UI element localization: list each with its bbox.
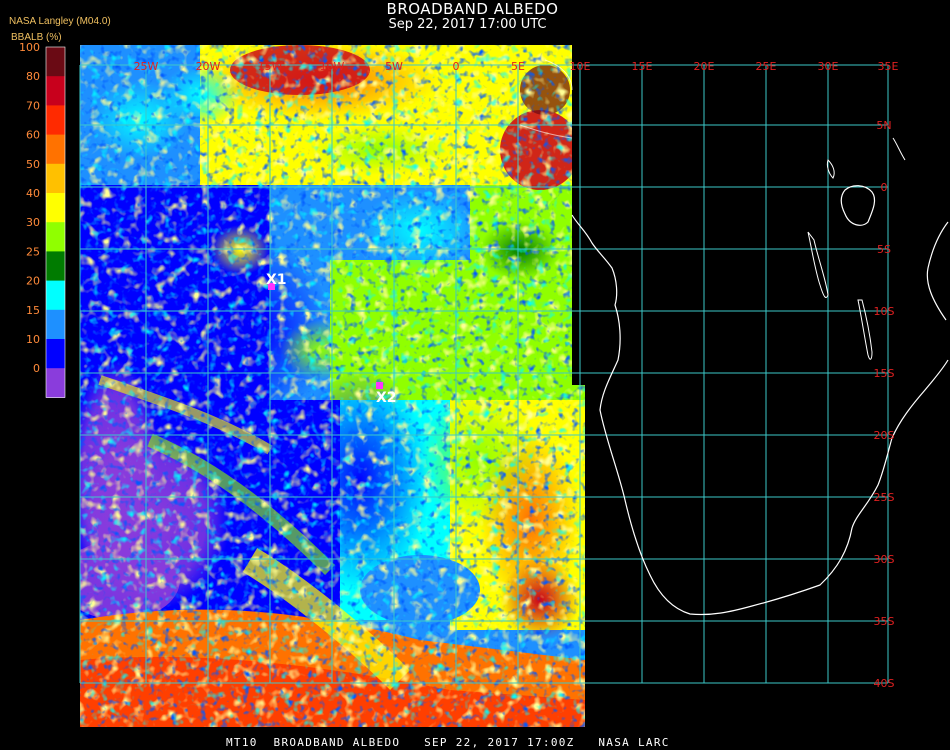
- longitude-label: 5W: [385, 60, 403, 73]
- colorbar-tick-label: 60: [26, 129, 40, 142]
- satellite-image: [80, 45, 585, 727]
- colorbar-swatch: [46, 163, 65, 194]
- colorbar-tick-label: 20: [26, 275, 40, 288]
- latitude-label: 20S: [874, 429, 895, 442]
- longitude-label: 0: [453, 60, 460, 73]
- colorbar-swatch: [46, 222, 65, 252]
- longitude-label: 25E: [756, 60, 777, 73]
- colorbar-tick-label: 0: [33, 362, 40, 375]
- longitude-label: 25W: [134, 60, 159, 73]
- latitude-label: 40S: [874, 677, 895, 690]
- colorbar-tick-label: 40: [26, 187, 40, 200]
- colorbar-tick-label: 10: [26, 333, 40, 346]
- marker-x2-dot: [376, 382, 383, 389]
- colorbar-swatch: [46, 251, 65, 282]
- latitude-label: 30S: [874, 553, 895, 566]
- colorbar-tick-label: 70: [26, 99, 40, 112]
- colorbar-tick-label: 80: [26, 70, 40, 83]
- longitude-label: 15W: [258, 60, 283, 73]
- latitude-label: 25S: [874, 491, 895, 504]
- colorbar-tick-label: 15: [26, 304, 40, 317]
- footer-caption: MT10 BROADBAND ALBEDO SEP 22, 2017 17:00…: [226, 736, 670, 749]
- colorbar-swatch: [46, 134, 65, 165]
- colorbar-tick-label: 50: [26, 158, 40, 171]
- longitude-label: 20E: [694, 60, 715, 73]
- longitude-label: 30E: [818, 60, 839, 73]
- colorbar-tick-label: 30: [26, 216, 40, 229]
- colorbar-tick-label: 100: [19, 41, 40, 54]
- colorbar-swatch: [46, 76, 65, 106]
- marker-x1-label: X1: [266, 272, 287, 288]
- colorbar-swatch: [46, 339, 65, 369]
- latitude-label: 0: [881, 181, 888, 194]
- colorbar-swatch: [46, 368, 65, 398]
- longitude-label: 10E: [570, 60, 591, 73]
- latitude-label: 5S: [877, 243, 891, 256]
- latitude-label: 10S: [874, 305, 895, 318]
- colorbar-swatch: [46, 309, 65, 340]
- colorbar-swatch: [46, 105, 65, 136]
- latitude-labels: 5N 0 5S 10S 15S 20S 25S 30S 35S 40S: [874, 119, 895, 690]
- longitude-label: 20W: [196, 60, 221, 73]
- colorbar-swatch: [46, 47, 65, 77]
- colorbar-swatch: [46, 280, 65, 311]
- latitude-label: 5N: [876, 119, 891, 132]
- latitude-label: 35S: [874, 615, 895, 628]
- marker-x2-label: X2: [376, 390, 397, 406]
- longitude-label: 35E: [878, 60, 899, 73]
- latitude-label: 15S: [874, 367, 895, 380]
- marker-x1: X1: [266, 272, 287, 290]
- colorbar-ticks: 100807060504030252015100: [19, 41, 40, 375]
- longitude-label: 15E: [632, 60, 653, 73]
- colorbar-tick-label: 25: [26, 245, 40, 258]
- colorbar: [45, 46, 66, 398]
- longitude-label: 5E: [511, 60, 525, 73]
- longitude-label: 10W: [320, 60, 345, 73]
- map-canvas: 100807060504030252015100 25W 20W 15W 10W…: [19, 41, 949, 727]
- colorbar-swatch: [46, 193, 65, 223]
